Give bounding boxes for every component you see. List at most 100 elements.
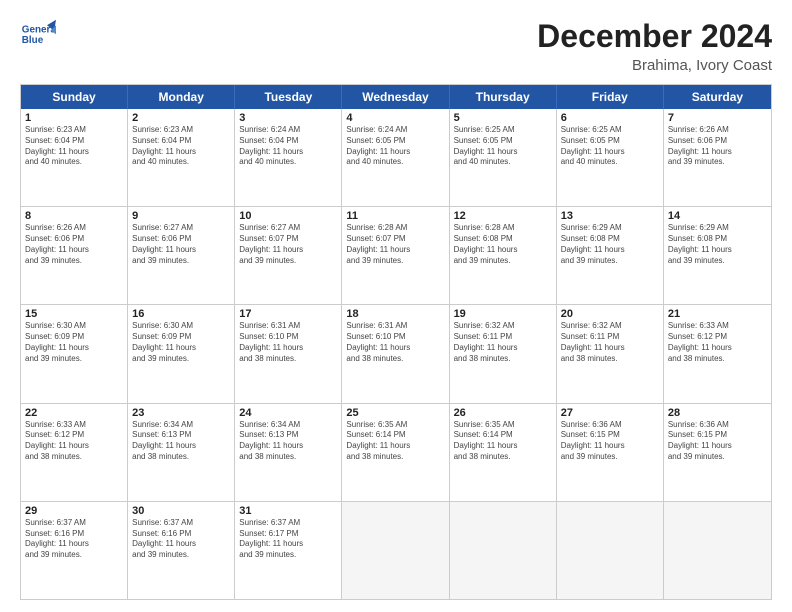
day-number: 6 [561, 112, 659, 124]
day-number: 29 [25, 505, 123, 517]
calendar-cell: 9Sunrise: 6:27 AMSunset: 6:06 PMDaylight… [128, 207, 235, 304]
day-number: 22 [25, 407, 123, 419]
calendar-day-header: Monday [128, 85, 235, 109]
cell-text: Sunrise: 6:35 AMSunset: 6:14 PMDaylight:… [454, 420, 552, 463]
day-number: 12 [454, 210, 552, 222]
day-number: 17 [239, 308, 337, 320]
calendar-cell [557, 502, 664, 599]
calendar-day-header: Wednesday [342, 85, 449, 109]
calendar-day-header: Saturday [664, 85, 771, 109]
day-number: 30 [132, 505, 230, 517]
calendar-day-header: Tuesday [235, 85, 342, 109]
calendar-cell: 18Sunrise: 6:31 AMSunset: 6:10 PMDayligh… [342, 305, 449, 402]
calendar-cell [664, 502, 771, 599]
calendar-cell: 20Sunrise: 6:32 AMSunset: 6:11 PMDayligh… [557, 305, 664, 402]
cell-text: Sunrise: 6:24 AMSunset: 6:05 PMDaylight:… [346, 125, 444, 168]
day-number: 31 [239, 505, 337, 517]
calendar-cell: 12Sunrise: 6:28 AMSunset: 6:08 PMDayligh… [450, 207, 557, 304]
title-block: December 2024 Brahima, Ivory Coast [537, 18, 772, 74]
calendar-cell: 7Sunrise: 6:26 AMSunset: 6:06 PMDaylight… [664, 109, 771, 206]
calendar-header: SundayMondayTuesdayWednesdayThursdayFrid… [21, 85, 771, 109]
cell-text: Sunrise: 6:26 AMSunset: 6:06 PMDaylight:… [668, 125, 767, 168]
cell-text: Sunrise: 6:30 AMSunset: 6:09 PMDaylight:… [132, 321, 230, 364]
day-number: 15 [25, 308, 123, 320]
day-number: 1 [25, 112, 123, 124]
calendar-row: 15 Sunrise: 6:30 AMSunset: 6:09 PMDayligh… [21, 305, 771, 403]
calendar-row: 22Sunrise: 6:33 AMSunset: 6:12 PMDayligh… [21, 404, 771, 502]
day-number: 25 [346, 407, 444, 419]
day-number: 8 [25, 210, 123, 222]
calendar-cell: 5Sunrise: 6:25 AMSunset: 6:05 PMDaylight… [450, 109, 557, 206]
cell-text: Sunrise: 6:34 AMSunset: 6:13 PMDaylight:… [132, 420, 230, 463]
calendar-cell: 1Sunrise: 6:23 AMSunset: 6:04 PMDaylight… [21, 109, 128, 206]
day-number: 26 [454, 407, 552, 419]
calendar-body: 1Sunrise: 6:23 AMSunset: 6:04 PMDaylight… [21, 109, 771, 599]
calendar-cell: 2Sunrise: 6:23 AMSunset: 6:04 PMDaylight… [128, 109, 235, 206]
page: General Blue December 2024 Brahima, Ivor… [0, 0, 792, 612]
day-number: 10 [239, 210, 337, 222]
day-number: 20 [561, 308, 659, 320]
day-number: 9 [132, 210, 230, 222]
day-number: 11 [346, 210, 444, 222]
cell-text: Sunrise: 6:25 AMSunset: 6:05 PMDaylight:… [454, 125, 552, 168]
calendar-cell: 26Sunrise: 6:35 AMSunset: 6:14 PMDayligh… [450, 404, 557, 501]
day-number: 7 [668, 112, 767, 124]
calendar-cell: 11Sunrise: 6:28 AMSunset: 6:07 PMDayligh… [342, 207, 449, 304]
calendar-cell: 16Sunrise: 6:30 AMSunset: 6:09 PMDayligh… [128, 305, 235, 402]
calendar-cell: 27Sunrise: 6:36 AMSunset: 6:15 PMDayligh… [557, 404, 664, 501]
calendar-day-header: Friday [557, 85, 664, 109]
cell-text: Sunrise: 6:28 AMSunset: 6:08 PMDaylight:… [454, 223, 552, 266]
calendar-cell [342, 502, 449, 599]
calendar-cell: 3Sunrise: 6:24 AMSunset: 6:04 PMDaylight… [235, 109, 342, 206]
calendar-cell: 8Sunrise: 6:26 AMSunset: 6:06 PMDaylight… [21, 207, 128, 304]
cell-text: Sunrise: 6:35 AMSunset: 6:14 PMDaylight:… [346, 420, 444, 463]
calendar-cell: 22Sunrise: 6:33 AMSunset: 6:12 PMDayligh… [21, 404, 128, 501]
calendar-row: 29Sunrise: 6:37 AMSunset: 6:16 PMDayligh… [21, 502, 771, 599]
calendar-day-header: Thursday [450, 85, 557, 109]
svg-text:Blue: Blue [22, 35, 44, 46]
day-number: 14 [668, 210, 767, 222]
logo: General Blue [20, 18, 56, 54]
calendar-row: 1Sunrise: 6:23 AMSunset: 6:04 PMDaylight… [21, 109, 771, 207]
cell-text: Sunrise: 6:37 AMSunset: 6:16 PMDaylight:… [25, 518, 123, 561]
cell-text: Sunrise: 6:37 AMSunset: 6:17 PMDaylight:… [239, 518, 337, 561]
calendar-cell: 6Sunrise: 6:25 AMSunset: 6:05 PMDaylight… [557, 109, 664, 206]
calendar-cell: 19Sunrise: 6:32 AMSunset: 6:11 PMDayligh… [450, 305, 557, 402]
day-number: 4 [346, 112, 444, 124]
calendar-cell [450, 502, 557, 599]
cell-text: Sunrise: 6:23 AMSunset: 6:04 PMDaylight:… [25, 125, 123, 168]
cell-text: Sunrise: 6:27 AMSunset: 6:07 PMDaylight:… [239, 223, 337, 266]
calendar-cell: 10Sunrise: 6:27 AMSunset: 6:07 PMDayligh… [235, 207, 342, 304]
day-number: 3 [239, 112, 337, 124]
cell-text: Sunrise: 6:23 AMSunset: 6:04 PMDaylight:… [132, 125, 230, 168]
calendar-cell: 24Sunrise: 6:34 AMSunset: 6:13 PMDayligh… [235, 404, 342, 501]
main-title: December 2024 [537, 18, 772, 55]
day-number: 27 [561, 407, 659, 419]
cell-text: Sunrise: 6:29 AMSunset: 6:08 PMDaylight:… [668, 223, 767, 266]
calendar-day-header: Sunday [21, 85, 128, 109]
subtitle: Brahima, Ivory Coast [537, 57, 772, 74]
calendar-cell: 30Sunrise: 6:37 AMSunset: 6:16 PMDayligh… [128, 502, 235, 599]
calendar-row: 8Sunrise: 6:26 AMSunset: 6:06 PMDaylight… [21, 207, 771, 305]
cell-text: Sunrise: 6:37 AMSunset: 6:16 PMDaylight:… [132, 518, 230, 561]
calendar-cell: 4Sunrise: 6:24 AMSunset: 6:05 PMDaylight… [342, 109, 449, 206]
day-number: 13 [561, 210, 659, 222]
calendar-cell: 28Sunrise: 6:36 AMSunset: 6:15 PMDayligh… [664, 404, 771, 501]
calendar-cell: 23Sunrise: 6:34 AMSunset: 6:13 PMDayligh… [128, 404, 235, 501]
cell-text: Sunrise: 6:29 AMSunset: 6:08 PMDaylight:… [561, 223, 659, 266]
calendar-cell: 29Sunrise: 6:37 AMSunset: 6:16 PMDayligh… [21, 502, 128, 599]
calendar-cell: 21Sunrise: 6:33 AMSunset: 6:12 PMDayligh… [664, 305, 771, 402]
day-number: 18 [346, 308, 444, 320]
day-number: 28 [668, 407, 767, 419]
cell-text: Sunrise: 6:32 AMSunset: 6:11 PMDaylight:… [454, 321, 552, 364]
cell-text: Sunrise: 6:33 AMSunset: 6:12 PMDaylight:… [25, 420, 123, 463]
calendar-cell: 25Sunrise: 6:35 AMSunset: 6:14 PMDayligh… [342, 404, 449, 501]
cell-text: Sunrise: 6:25 AMSunset: 6:05 PMDaylight:… [561, 125, 659, 168]
logo-icon: General Blue [20, 18, 56, 54]
day-number: 23 [132, 407, 230, 419]
cell-text: Sunrise: 6:32 AMSunset: 6:11 PMDaylight:… [561, 321, 659, 364]
calendar-cell: 13Sunrise: 6:29 AMSunset: 6:08 PMDayligh… [557, 207, 664, 304]
calendar-cell: 31Sunrise: 6:37 AMSunset: 6:17 PMDayligh… [235, 502, 342, 599]
cell-text: Sunrise: 6:27 AMSunset: 6:06 PMDaylight:… [132, 223, 230, 266]
calendar-cell: 14Sunrise: 6:29 AMSunset: 6:08 PMDayligh… [664, 207, 771, 304]
